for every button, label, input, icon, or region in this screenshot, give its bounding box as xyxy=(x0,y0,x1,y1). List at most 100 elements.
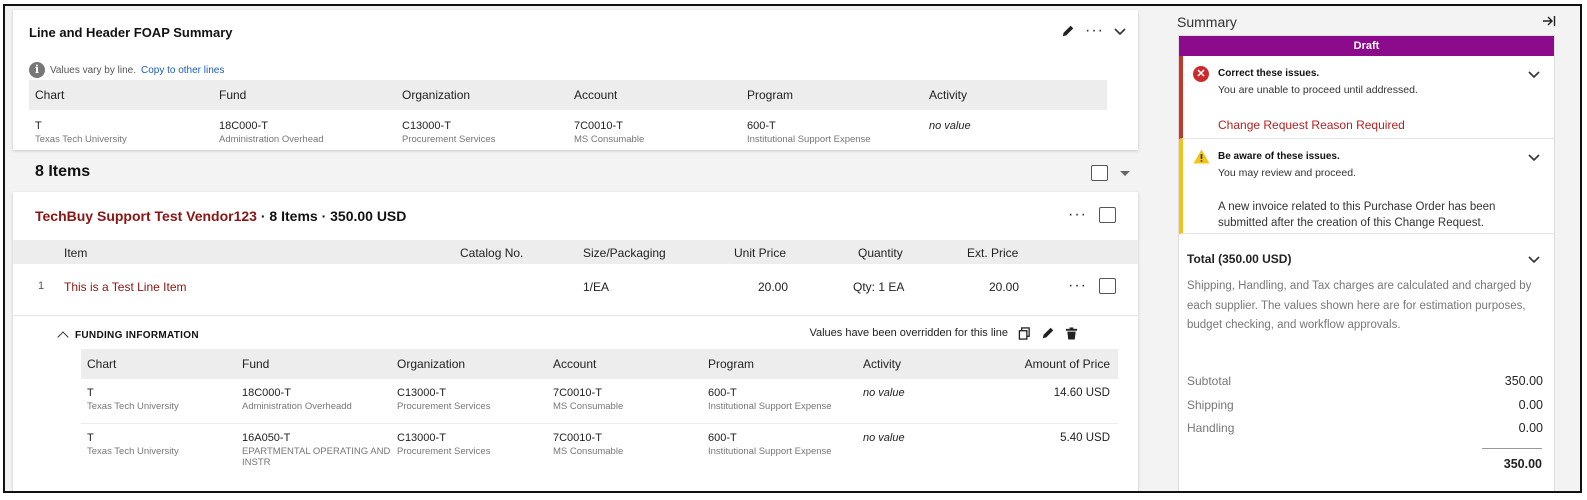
organization-desc: Procurement Services xyxy=(397,446,491,457)
chart-value: T xyxy=(87,387,94,399)
fund-value: 18C000-T xyxy=(242,387,291,399)
funding-information-title: FUNDING INFORMATION xyxy=(75,329,199,341)
more-options-icon[interactable]: ··· xyxy=(1068,207,1087,223)
vendor-header: TechBuy Support Test Vendor123 · 8 Items… xyxy=(35,208,406,224)
chevron-down-icon[interactable] xyxy=(1114,25,1126,37)
column-header-ext-price: Ext. Price xyxy=(967,246,1019,260)
program-value: 600-T xyxy=(708,387,737,399)
warning-icon xyxy=(1193,149,1210,164)
collapse-panel-icon[interactable] xyxy=(1542,14,1556,28)
foap-table-header: Chart Fund Organization Account Program … xyxy=(29,80,1107,110)
info-icon: i xyxy=(29,62,45,78)
error-issues-section: ✕ Correct these issues. You are unable t… xyxy=(1179,56,1554,139)
copy-to-other-lines-link[interactable]: Copy to other lines xyxy=(141,65,224,76)
handling-value: 0.00 xyxy=(1518,421,1543,435)
error-icon-wrap: ✕ xyxy=(1193,66,1209,82)
app-frame: Line and Header FOAP Summary ··· i Value… xyxy=(3,4,1582,493)
warning-issues-section: Be aware of these issues. You may review… xyxy=(1179,139,1554,234)
foap-summary-card: Line and Header FOAP Summary ··· i Value… xyxy=(13,10,1138,150)
fund-desc: Administration Overheadd xyxy=(242,401,352,412)
chart-desc: Texas Tech University xyxy=(87,446,179,457)
funding-information-section: FUNDING INFORMATION Values have been ove… xyxy=(13,316,1138,491)
copy-icon[interactable] xyxy=(1018,326,1031,340)
pencil-icon[interactable] xyxy=(1061,24,1075,38)
summary-title: Summary xyxy=(1177,14,1237,30)
organization-desc: Procurement Services xyxy=(402,134,496,145)
organization-value: C13000-T xyxy=(402,120,451,132)
fund-cell: 16A050-T EPARTMENTAL OPERATING AND INSTR xyxy=(242,432,392,468)
column-header-fund: Fund xyxy=(219,88,247,102)
column-header-organization: Organization xyxy=(402,88,471,102)
amount-value: 5.40 USD xyxy=(1060,432,1110,444)
total-heading: Total (350.00 USD) xyxy=(1187,252,1292,266)
more-options-icon[interactable]: ··· xyxy=(1085,23,1104,39)
chevron-down-icon[interactable] xyxy=(1528,151,1540,163)
fund-value: 18C000-T xyxy=(219,120,268,132)
column-header-activity: Activity xyxy=(929,88,968,102)
items-count-title: 8 Items xyxy=(35,163,91,180)
line-item-name-link[interactable]: This is a Test Line Item xyxy=(64,280,187,294)
activity-value: no value xyxy=(863,432,905,444)
organization-value: C13000-T xyxy=(397,432,446,444)
fund-value: 16A050-T xyxy=(242,432,291,444)
program-desc: Institutional Support Expense xyxy=(708,446,832,457)
vendor-tools: ··· xyxy=(1068,207,1116,223)
column-header-program: Program xyxy=(708,357,755,371)
organization-cell: C13000-T Procurement Services xyxy=(397,387,490,412)
column-header-program: Program xyxy=(747,88,794,102)
column-header-account: Account xyxy=(574,88,618,102)
foap-summary-title: Line and Header FOAP Summary xyxy=(29,25,233,40)
line-size-packaging: 1/EA xyxy=(583,280,610,294)
fund-cell: 18C000-T Administration Overhead xyxy=(219,120,324,145)
fund-desc: Administration Overhead xyxy=(219,134,324,145)
activity-cell: no value xyxy=(929,120,971,132)
line-ext-price: 20.00 xyxy=(989,280,1020,294)
program-desc: Institutional Support Expense xyxy=(747,134,871,145)
column-header-catalog-no: Catalog No. xyxy=(460,246,524,260)
override-text: Values have been overridden for this lin… xyxy=(809,327,1008,339)
column-header-organization: Organization xyxy=(397,357,466,371)
funding-information-toggle[interactable]: FUNDING INFORMATION xyxy=(57,329,199,343)
program-value: 600-T xyxy=(708,432,737,444)
organization-cell: C13000-T Procurement Services xyxy=(402,120,495,145)
column-header-quantity: Quantity xyxy=(858,246,903,260)
chevron-down-icon[interactable] xyxy=(1528,68,1540,80)
summary-panel: Summary Draft ✕ Correct these issues. Yo… xyxy=(1169,6,1580,491)
line-select-checkbox[interactable] xyxy=(1099,278,1116,294)
total-divider xyxy=(1482,448,1542,449)
change-request-reason-link[interactable]: Change Request Reason Required xyxy=(1218,118,1405,132)
column-header-chart: Chart xyxy=(87,357,117,371)
more-options-icon[interactable]: ··· xyxy=(1068,278,1087,294)
chevron-up-icon xyxy=(57,331,69,343)
column-header-size-packaging: Size/Packaging xyxy=(583,246,666,260)
pencil-icon[interactable] xyxy=(1041,326,1055,340)
organization-desc: Procurement Services xyxy=(397,401,491,412)
warning-message: A new invoice related to this Purchase O… xyxy=(1218,201,1496,229)
account-value: 7C0010-T xyxy=(553,432,602,444)
program-desc: Institutional Support Expense xyxy=(708,401,832,412)
vendor-select-checkbox[interactable] xyxy=(1099,207,1116,223)
activity-value: no value xyxy=(863,387,905,399)
select-all-checkbox[interactable] xyxy=(1091,165,1108,181)
warning-subtext: You may review and proceed. xyxy=(1218,167,1356,179)
account-desc: MS Consumable xyxy=(553,446,624,457)
error-subtext: You are unable to proceed until addresse… xyxy=(1218,84,1418,96)
trash-icon[interactable] xyxy=(1065,326,1078,340)
caret-down-icon[interactable] xyxy=(1120,170,1130,176)
status-badge: Draft xyxy=(1179,36,1554,56)
line-items-header: Item Catalog No. Size/Packaging Unit Pri… xyxy=(13,240,1138,264)
error-heading: Correct these issues. xyxy=(1218,68,1320,79)
vendor-card: TechBuy Support Test Vendor123 · 8 Items… xyxy=(13,192,1138,491)
subtotal-line: Subtotal 350.00 xyxy=(1187,374,1543,388)
account-cell: 7C0010-T MS Consumable xyxy=(553,387,623,412)
column-header-account: Account xyxy=(553,357,597,371)
error-icon: ✕ xyxy=(1193,66,1209,82)
organization-value: C13000-T xyxy=(397,387,446,399)
fund-cell: 18C000-T Administration Overheadd xyxy=(242,387,352,412)
chevron-down-icon[interactable] xyxy=(1528,253,1540,265)
account-value: 7C0010-T xyxy=(553,387,602,399)
account-desc: MS Consumable xyxy=(574,134,645,145)
shipping-label: Shipping xyxy=(1187,398,1234,412)
items-tools xyxy=(1091,165,1130,181)
vendor-name-link[interactable]: TechBuy Support Test Vendor123 xyxy=(35,208,257,224)
